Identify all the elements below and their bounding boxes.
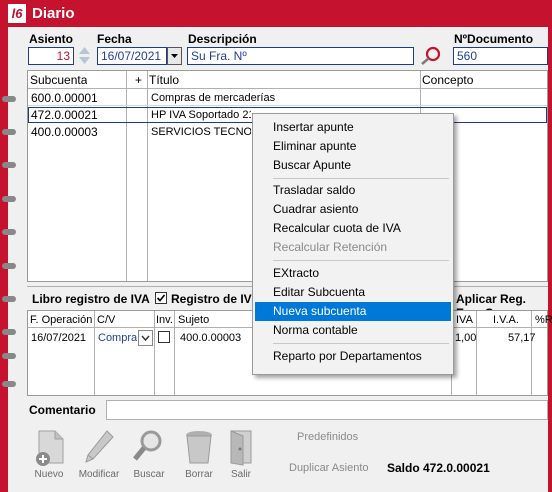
menu-item-reparto-departamentos[interactable]: Reparto por Departamentos: [255, 347, 451, 366]
column-header-f-operacion[interactable]: F. Operación: [30, 312, 92, 328]
binder-ring-icon: [2, 96, 16, 102]
asiento-field[interactable]: 13: [28, 47, 74, 65]
iva-row-cv[interactable]: Compra: [98, 330, 137, 346]
menu-item-recalcular-retencion: Recalcular Retención: [273, 240, 388, 254]
ndocumento-field[interactable]: 560: [453, 47, 548, 65]
column-header-cv[interactable]: C/V: [97, 312, 115, 328]
menu-item-trasladar-saldo[interactable]: Trasladar saldo: [255, 181, 451, 200]
row-titulo[interactable]: HP IVA Soportado 21%: [151, 107, 251, 123]
row-subcuenta[interactable]: 600.0.00001: [31, 90, 98, 106]
salir-label: Salir: [230, 469, 251, 480]
binder-ring-icon: [2, 229, 16, 235]
menu-item-eliminar-apunte[interactable]: Eliminar apunte: [255, 137, 451, 156]
modificar-button[interactable]: Modificar: [74, 424, 124, 482]
asiento-stepper[interactable]: [78, 45, 91, 66]
menu-item-extracto[interactable]: EXtracto: [255, 264, 451, 283]
iva-row-iva[interactable]: 1,00: [455, 330, 476, 346]
menu-item-editar-subcuenta[interactable]: Editar Subcuenta: [255, 283, 451, 302]
binder-ring-icon: [2, 263, 16, 269]
modificar-label: Modificar: [78, 469, 120, 480]
new-document-icon: [36, 430, 64, 466]
iva-row-cuota[interactable]: 57,17: [508, 330, 536, 346]
column-header-iva[interactable]: IVA: [456, 312, 473, 328]
iva-column-divider: [154, 311, 155, 395]
descripcion-label: Descripción: [188, 32, 257, 46]
chevron-down-icon: [171, 54, 178, 58]
menu-separator: [273, 178, 449, 179]
row-subcuenta[interactable]: 472.0.00021: [31, 107, 98, 123]
iva-row-sujeto[interactable]: 400.0.00003: [180, 330, 241, 346]
chevron-down-icon: [141, 335, 150, 342]
iva-column-divider: [476, 311, 477, 395]
column-header-cuota-iva[interactable]: I.V.A.: [493, 312, 519, 328]
iva-column-divider: [174, 311, 175, 395]
binder-ring-icon: [2, 353, 16, 359]
column-header-inv[interactable]: Inv.: [156, 312, 173, 328]
row-subcuenta[interactable]: 400.0.00003: [31, 124, 98, 140]
column-header-pct-r[interactable]: %R: [535, 312, 552, 328]
registro-iva-label: Registro de IV: [171, 292, 252, 306]
registro-iva-checkbox[interactable]: [155, 292, 167, 304]
saldo-label: Saldo 472.0.00021: [387, 461, 490, 475]
menu-separator: [273, 260, 449, 261]
binder-ring-icon: [2, 129, 16, 135]
ndocumento-label: NºDocumento: [454, 32, 534, 46]
window-frame-right: [548, 27, 552, 492]
search-icon[interactable]: [419, 44, 443, 66]
asiento-label: Asiento: [29, 32, 74, 46]
column-header-subcuenta[interactable]: Subcuenta: [30, 72, 87, 88]
menu-item-nueva-subcuenta[interactable]: Nueva subcuenta: [255, 302, 451, 321]
column-header-sujeto[interactable]: Sujeto: [178, 312, 209, 328]
column-header-concepto[interactable]: Concepto: [422, 72, 473, 88]
row-titulo[interactable]: Compras de mercaderías: [151, 90, 275, 106]
salir-button[interactable]: Salir: [216, 424, 266, 482]
menu-item-insertar-apunte[interactable]: Insertar apunte: [255, 118, 451, 137]
fecha-label: Fecha: [97, 32, 132, 46]
column-header-titulo[interactable]: Título: [149, 72, 179, 88]
binder-ring-icon: [2, 162, 16, 168]
menu-item-buscar-apunte[interactable]: Buscar Apunte: [255, 156, 451, 175]
buscar-label: Buscar: [133, 469, 165, 480]
binder-ring-icon: [2, 329, 16, 335]
comentario-label: Comentario: [29, 403, 96, 417]
predefinidos-button[interactable]: Predefinidos: [297, 431, 358, 443]
window-title: Diario: [32, 5, 75, 22]
door-exit-icon: [230, 430, 252, 466]
magnifier-icon: [133, 430, 162, 461]
iva-column-divider: [94, 311, 95, 395]
binder-ring-icon: [2, 196, 16, 202]
libro-registro-iva-label: Libro registro de IVA: [32, 292, 150, 306]
row-titulo[interactable]: SERVICIOS TECNOLO: [151, 124, 251, 140]
iva-row-fecha[interactable]: 16/07/2021: [31, 330, 86, 346]
column-header-plus[interactable]: +: [135, 72, 142, 88]
buscar-button[interactable]: Buscar: [124, 424, 174, 482]
descripcion-field[interactable]: Su Fra. Nº: [187, 47, 414, 65]
nuevo-label: Nuevo: [34, 469, 64, 480]
nuevo-button[interactable]: Nuevo: [24, 424, 74, 482]
binder-ring-icon: [2, 296, 16, 302]
trash-icon: [186, 431, 212, 464]
pencil-icon: [85, 430, 114, 463]
table-row[interactable]: [28, 90, 547, 106]
calendar-dropdown-button[interactable]: [167, 47, 182, 65]
check-icon: [156, 294, 166, 302]
menu-separator: [273, 343, 449, 344]
app-logo-icon: l6: [8, 4, 26, 23]
cv-dropdown-button[interactable]: [138, 330, 153, 346]
iva-column-divider: [531, 311, 532, 395]
context-menu[interactable]: Insertar apunte Eliminar apunte Buscar A…: [252, 113, 454, 375]
menu-item-cuadrar-asiento[interactable]: Cuadrar asiento: [255, 200, 451, 219]
menu-item-recalcular-cuota-iva[interactable]: Recalcular cuota de IVA: [255, 219, 451, 238]
menu-item-norma-contable[interactable]: Norma contable: [255, 321, 451, 340]
title-bar[interactable]: l6 Diario: [0, 0, 552, 27]
fecha-field[interactable]: 16/07/2021: [97, 47, 167, 65]
inv-checkbox[interactable]: [158, 331, 170, 343]
duplicar-asiento-button[interactable]: Duplicar Asiento: [289, 462, 369, 474]
comentario-field[interactable]: [106, 400, 548, 420]
binder-ring-icon: [2, 381, 16, 387]
